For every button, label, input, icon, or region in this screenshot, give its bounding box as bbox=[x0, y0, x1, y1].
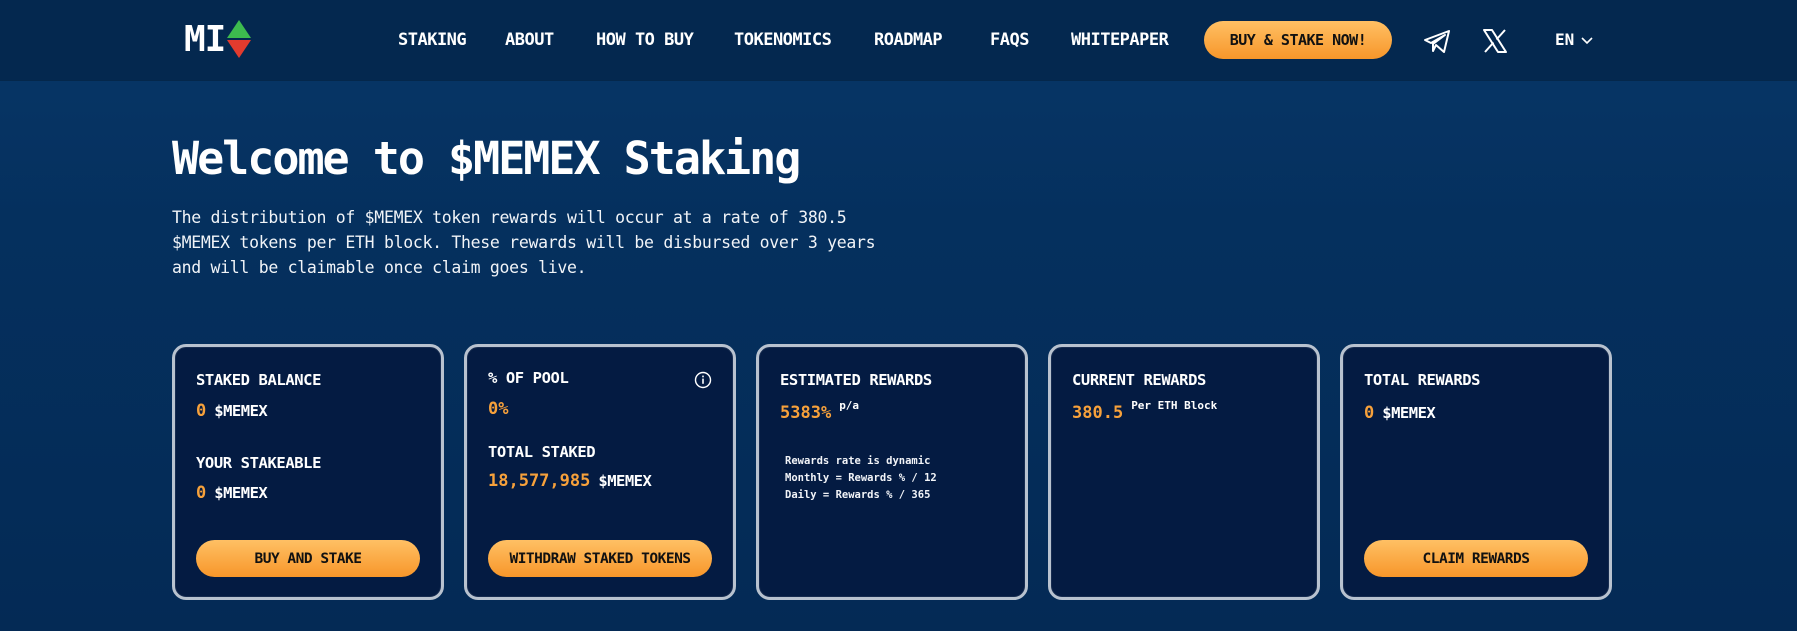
total-rewards-label: TOTAL REWARDS bbox=[1364, 371, 1481, 389]
telegram-icon[interactable] bbox=[1422, 26, 1452, 56]
current-rewards-suffix: Per ETH Block bbox=[1131, 399, 1218, 412]
total-staked-unit: $MEMEX bbox=[598, 472, 652, 490]
total-rewards-card: TOTAL REWARDS 0 $MEMEX CLAIM REWARDS bbox=[1340, 344, 1612, 600]
chevron-down-icon bbox=[1581, 36, 1593, 44]
estimated-rewards-label: ESTIMATED REWARDS bbox=[780, 371, 932, 389]
staked-balance-label: STAKED BALANCE bbox=[196, 371, 322, 389]
hero-section: Welcome to $MEMEX Staking The distributi… bbox=[172, 132, 892, 280]
logo-arrows-icon bbox=[227, 18, 252, 60]
rewards-note: Daily = Rewards % / 365 bbox=[785, 489, 931, 501]
buy-and-stake-button[interactable]: BUY AND STAKE bbox=[196, 540, 420, 577]
total-staked-amount: 18,577,985 bbox=[488, 471, 591, 491]
withdraw-staked-tokens-button[interactable]: WITHDRAW STAKED TOKENS bbox=[488, 540, 712, 577]
pool-share-label: % OF POOL bbox=[488, 369, 569, 387]
current-rewards-amount: 380.5 bbox=[1072, 403, 1124, 423]
nav-link-whitepaper[interactable]: WHITEPAPER bbox=[1071, 30, 1169, 50]
hero-description: The distribution of $MEMEX token rewards… bbox=[172, 208, 876, 277]
rewards-note: Monthly = Rewards % / 12 bbox=[785, 472, 937, 484]
buy-and-stake-now-button[interactable]: BUY & STAKE NOW! bbox=[1204, 21, 1392, 59]
nav-link-how-to-buy[interactable]: HOW TO BUY bbox=[596, 30, 694, 50]
pool-share-card: % OF POOL 0% TOTAL STAKED 18,577,985 $ME… bbox=[464, 344, 736, 600]
nav-link-tokenomics[interactable]: TOKENOMICS bbox=[734, 30, 832, 50]
nav-link-faqs[interactable]: FAQS bbox=[990, 30, 1029, 50]
total-rewards-unit: $MEMEX bbox=[1382, 404, 1436, 422]
nav-link-about[interactable]: ABOUT bbox=[505, 30, 554, 50]
stakeable-amount: 0 bbox=[196, 483, 207, 503]
estimated-rewards-card: ESTIMATED REWARDS 5383% p/a Rewards rate… bbox=[756, 344, 1028, 600]
current-rewards-label: CURRENT REWARDS bbox=[1072, 371, 1206, 389]
logo-text: MI bbox=[184, 18, 226, 60]
staked-balance-unit: $MEMEX bbox=[214, 402, 268, 420]
current-rewards-card: CURRENT REWARDS 380.5 Per ETH Block bbox=[1048, 344, 1320, 600]
language-selector[interactable]: EN bbox=[1555, 30, 1594, 49]
rewards-note: Rewards rate is dynamic bbox=[785, 455, 931, 467]
estimated-rewards-suffix: p/a bbox=[839, 399, 860, 412]
rewards-notes: Rewards rate is dynamic Monthly = Reward… bbox=[785, 453, 937, 504]
page-title: Welcome to $MEMEX Staking bbox=[172, 132, 801, 185]
claim-rewards-button[interactable]: CLAIM REWARDS bbox=[1364, 540, 1588, 577]
stakeable-label: YOUR STAKEABLE bbox=[196, 454, 322, 472]
staked-balance-amount: 0 bbox=[196, 401, 207, 421]
total-staked-value: 18,577,985 $MEMEX bbox=[488, 471, 652, 491]
stakeable-unit: $MEMEX bbox=[214, 484, 268, 502]
info-icon[interactable] bbox=[694, 371, 712, 389]
staked-balance-card: STAKED BALANCE 0 $MEMEX YOUR STAKEABLE 0… bbox=[172, 344, 444, 600]
estimated-rewards-value: 5383% p/a bbox=[780, 399, 859, 423]
site-logo[interactable]: MI bbox=[184, 18, 252, 60]
nav-link-roadmap[interactable]: ROADMAP bbox=[874, 30, 943, 50]
estimated-rewards-amount: 5383% bbox=[780, 403, 832, 423]
language-label: EN bbox=[1555, 30, 1575, 49]
total-rewards-value: 0 $MEMEX bbox=[1364, 403, 1436, 423]
nav-link-staking[interactable]: STAKING bbox=[398, 30, 467, 50]
total-rewards-amount: 0 bbox=[1364, 403, 1375, 423]
pool-share-value: 0% bbox=[488, 399, 508, 419]
top-navbar: MI STAKING ABOUT HOW TO BUY TOKENOMICS R… bbox=[0, 0, 1797, 80]
staked-balance-value: 0 $MEMEX bbox=[196, 401, 268, 421]
x-icon[interactable] bbox=[1480, 26, 1510, 56]
current-rewards-value: 380.5 Per ETH Block bbox=[1072, 399, 1217, 423]
pool-share-amount: 0% bbox=[488, 399, 509, 419]
stakeable-value: 0 $MEMEX bbox=[196, 483, 268, 503]
total-staked-label: TOTAL STAKED bbox=[488, 443, 596, 461]
